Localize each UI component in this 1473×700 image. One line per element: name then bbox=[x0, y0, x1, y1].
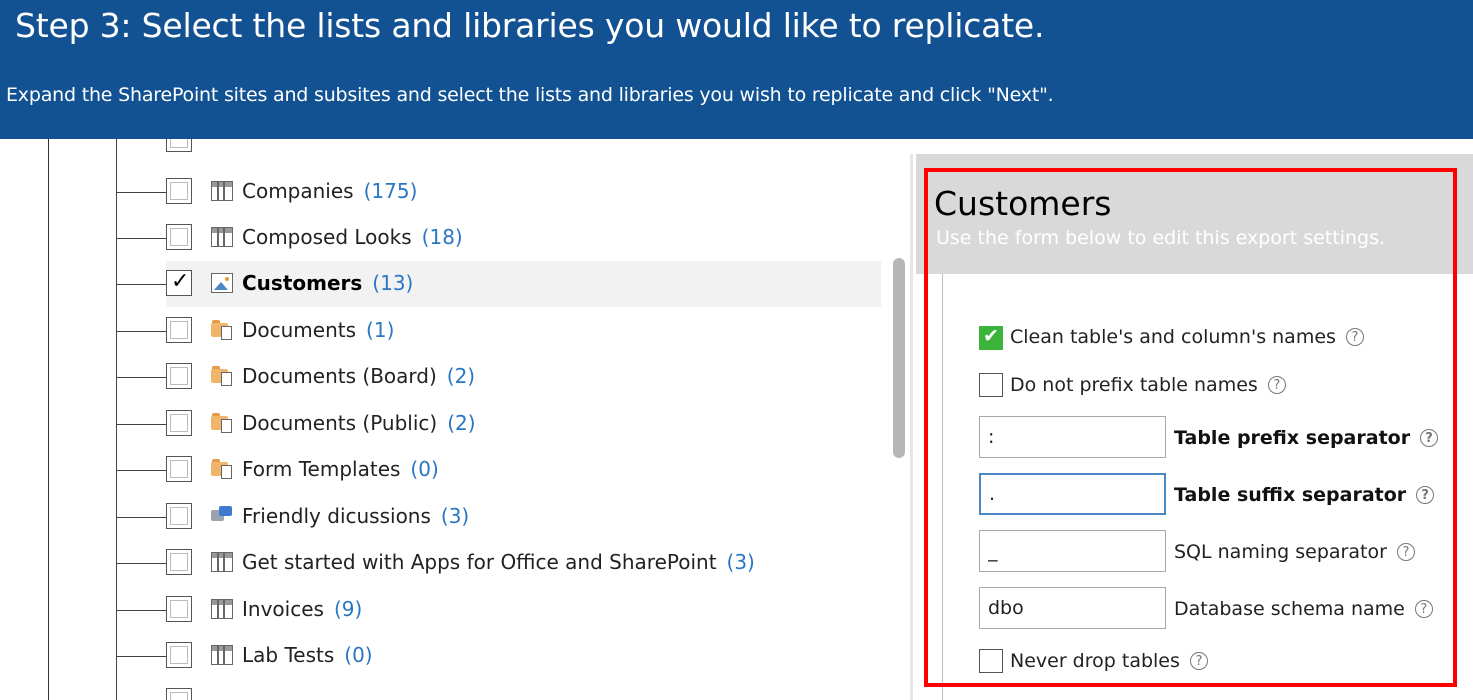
list-item-checkbox[interactable] bbox=[166, 549, 192, 575]
list-item[interactable]: Companies (175) bbox=[0, 169, 880, 215]
panel-subtitle: Use the form below to edit this export s… bbox=[936, 227, 1386, 249]
table-icon bbox=[211, 552, 233, 572]
list-item-checkbox[interactable] bbox=[166, 456, 192, 482]
tree-checkbox bbox=[166, 688, 192, 700]
list-item-checkbox[interactable] bbox=[166, 503, 192, 529]
step-header: Step 3: Select the lists and libraries y… bbox=[0, 0, 1473, 139]
panel-header: Customers Use the form below to edit thi… bbox=[916, 154, 1473, 274]
never-drop-tables-checkbox[interactable] bbox=[979, 649, 1003, 673]
table-prefix-separator-input[interactable] bbox=[979, 416, 1166, 458]
list-item-checkbox-checked[interactable]: ✓ bbox=[166, 269, 192, 296]
list-item-name: Friendly dicussions bbox=[242, 504, 431, 528]
no-prefix-label: Do not prefix table names bbox=[1010, 374, 1258, 396]
list-item[interactable]: Composed Looks (18) bbox=[0, 215, 880, 261]
list-item-name: Invoices bbox=[242, 597, 324, 621]
list-item-name: Form Templates bbox=[242, 457, 401, 481]
help-icon[interactable]: ? bbox=[1396, 543, 1415, 561]
list-item-checkbox[interactable] bbox=[166, 363, 192, 389]
list-item-count: (9) bbox=[333, 597, 363, 621]
list-item-count: (175) bbox=[363, 179, 418, 203]
list-item-count: (13) bbox=[372, 271, 414, 295]
clean-names-label: Clean table's and column's names bbox=[1010, 326, 1336, 348]
lists-tree[interactable]: Companies (175) Composed Looks (18) ✓ Cust… bbox=[0, 139, 910, 700]
list-item-selected[interactable]: ✓ Customers (13) bbox=[0, 261, 881, 307]
list-item-count: (18) bbox=[421, 225, 463, 249]
table-suffix-separator-label: Table suffix separator bbox=[1174, 484, 1407, 506]
list-item[interactable]: Form Templates (0) bbox=[0, 447, 880, 493]
list-item-count: (1) bbox=[366, 318, 395, 342]
list-item-count: (3) bbox=[440, 504, 470, 528]
document-library-icon bbox=[211, 459, 233, 479]
table-icon bbox=[211, 181, 233, 201]
list-item-checkbox[interactable] bbox=[166, 178, 192, 204]
never-drop-tables-label: Never drop tables bbox=[1010, 650, 1180, 672]
list-item-name: Composed Looks bbox=[242, 225, 412, 249]
list-item-checkbox[interactable] bbox=[166, 596, 192, 622]
picture-library-icon bbox=[211, 273, 233, 293]
list-item[interactable]: Documents (Public) (2) bbox=[0, 401, 880, 447]
list-item-count: (0) bbox=[344, 643, 373, 667]
document-library-icon bbox=[211, 320, 233, 340]
list-item[interactable]: Lab Tests (0) bbox=[0, 633, 880, 679]
help-icon[interactable]: ? bbox=[1345, 328, 1364, 346]
list-item-name: Lab Tests bbox=[242, 643, 335, 667]
list-item-name: Customers bbox=[242, 271, 363, 295]
help-icon[interactable]: ? bbox=[1267, 376, 1286, 394]
document-library-icon bbox=[211, 366, 233, 386]
list-item[interactable]: Get started with Apps for Office and Sha… bbox=[0, 540, 880, 586]
tree-row-partial bbox=[0, 679, 880, 700]
no-prefix-checkbox[interactable] bbox=[979, 373, 1003, 397]
list-item[interactable]: Invoices (9) bbox=[0, 587, 880, 633]
table-icon bbox=[211, 227, 233, 247]
discussion-icon bbox=[211, 506, 233, 526]
sql-naming-separator-input[interactable] bbox=[979, 530, 1166, 572]
tree-scrollbar-thumb[interactable] bbox=[893, 258, 905, 458]
tree-row-partial bbox=[0, 139, 880, 163]
export-settings-panel: Customers Use the form below to edit thi… bbox=[916, 154, 1473, 700]
help-icon[interactable]: ? bbox=[1416, 486, 1435, 504]
table-suffix-separator-input[interactable] bbox=[979, 473, 1166, 515]
list-item-checkbox[interactable] bbox=[166, 317, 192, 343]
list-item-count: (2) bbox=[447, 411, 476, 435]
help-icon[interactable]: ? bbox=[1420, 429, 1439, 447]
list-item-checkbox[interactable] bbox=[166, 410, 192, 436]
table-icon bbox=[211, 599, 233, 619]
pane-splitter[interactable] bbox=[910, 154, 913, 700]
database-schema-input[interactable] bbox=[979, 587, 1166, 629]
list-item-count: (0) bbox=[410, 457, 439, 481]
document-library-icon bbox=[211, 413, 233, 433]
list-item[interactable]: Documents (Board) (2) bbox=[0, 354, 880, 400]
splitter-grip-icon[interactable]: ⋮ bbox=[908, 487, 928, 522]
step-instructions: Expand the SharePoint sites and subsites… bbox=[6, 84, 1054, 106]
list-item-checkbox[interactable] bbox=[166, 224, 192, 250]
help-icon[interactable]: ? bbox=[1414, 600, 1433, 618]
sql-naming-separator-label: SQL naming separator bbox=[1174, 541, 1387, 563]
list-item-name: Documents bbox=[242, 318, 357, 342]
table-icon bbox=[211, 645, 233, 665]
panel-title: Customers bbox=[934, 184, 1112, 223]
database-schema-label: Database schema name bbox=[1174, 598, 1405, 620]
table-prefix-separator-label: Table prefix separator bbox=[1174, 427, 1411, 449]
list-item[interactable]: Friendly dicussions (3) bbox=[0, 494, 880, 540]
list-item-name: Companies bbox=[242, 179, 354, 203]
help-icon[interactable]: ? bbox=[1189, 652, 1208, 670]
step-title: Step 3: Select the lists and libraries y… bbox=[15, 6, 1045, 45]
list-item-count: (2) bbox=[446, 364, 476, 388]
list-item-name: Get started with Apps for Office and Sha… bbox=[242, 550, 717, 574]
clean-names-checkbox[interactable] bbox=[979, 325, 1003, 350]
list-item[interactable]: Documents (1) bbox=[0, 308, 880, 354]
list-item-checkbox[interactable] bbox=[166, 642, 192, 668]
list-item-name: Documents (Board) bbox=[242, 364, 437, 388]
list-item-name: Documents (Public) bbox=[242, 411, 438, 435]
list-item-count: (3) bbox=[726, 550, 755, 574]
tree-checkbox bbox=[166, 139, 192, 152]
